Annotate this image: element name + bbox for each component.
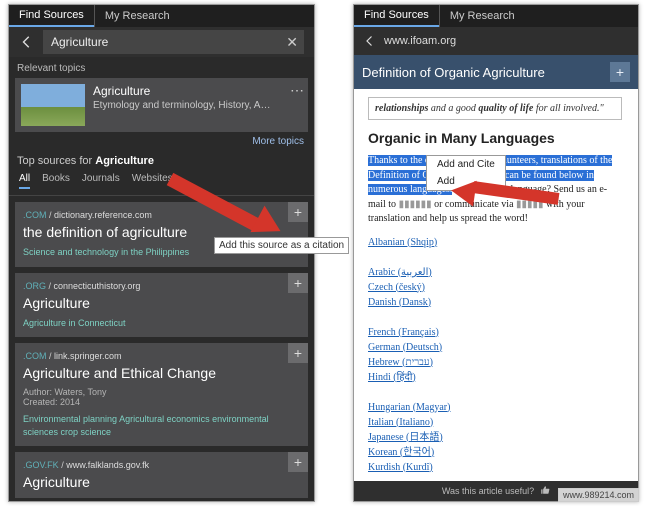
source-meta: Author: Waters, Tony Created: 2014 <box>23 387 300 407</box>
source-title: Agriculture <box>23 295 300 311</box>
top-sources-heading: Top sources for Agriculture <box>9 153 314 169</box>
lang-link[interactable]: Albanian (Shqip) <box>368 237 437 248</box>
more-topics-link[interactable]: More topics <box>9 132 314 153</box>
tab-bar: Find Sources My Research <box>9 5 314 27</box>
search-box[interactable]: ✕ <box>43 30 304 54</box>
watermark: www.989214.com <box>558 488 639 502</box>
topic-more-icon[interactable]: ⋯ <box>290 82 304 99</box>
source-tags: Environmental planning Agricultural econ… <box>23 413 300 438</box>
add-source-button[interactable]: + <box>288 273 308 293</box>
back-icon[interactable] <box>362 29 378 53</box>
annotation-arrow <box>170 172 270 186</box>
filter-all[interactable]: All <box>19 173 30 189</box>
page-title-bar: Definition of Organic Agriculture + <box>354 55 638 89</box>
lang-link[interactable]: French (Français) <box>368 327 439 338</box>
lang-link[interactable]: Japanese (日本語) <box>368 432 443 443</box>
lang-link[interactable]: Arabic (العربية) <box>368 267 432 278</box>
thumbs-up-icon[interactable] <box>540 485 550 497</box>
topic-title: Agriculture <box>93 84 273 98</box>
search-input[interactable] <box>49 34 286 50</box>
quote-box: relationships and a good quality of life… <box>368 97 622 120</box>
source-title: Agriculture <box>23 474 300 490</box>
lang-link[interactable]: German (Deutsch) <box>368 342 442 353</box>
topic-card[interactable]: Agriculture Etymology and terminology, H… <box>15 78 308 132</box>
topic-subtitle: Etymology and terminology, History, Agri… <box>93 100 273 111</box>
source-card[interactable]: + .ORG / connecticuthistory.org Agricult… <box>15 273 308 338</box>
filter-books[interactable]: Books <box>42 173 70 189</box>
menu-add-and-cite[interactable]: Add and Cite <box>427 156 505 173</box>
add-page-button[interactable]: + <box>610 62 630 82</box>
add-source-button[interactable]: + <box>288 202 308 222</box>
source-title: Agriculture and Ethical Change <box>23 365 300 381</box>
source-tags: Agriculture in Connecticut <box>23 317 300 330</box>
tab-find-sources[interactable]: Find Sources <box>9 5 94 27</box>
source-url: www.ifoam.org <box>384 35 456 47</box>
filter-journals[interactable]: Journals <box>82 173 120 189</box>
topic-thumbnail <box>21 84 85 126</box>
tab-find-sources[interactable]: Find Sources <box>354 5 439 27</box>
filter-websites[interactable]: Websites <box>132 173 173 189</box>
lang-link[interactable]: Hindi (हिंदी) <box>368 372 416 383</box>
lang-link[interactable]: Danish (Dansk) <box>368 297 431 308</box>
add-source-button[interactable]: + <box>288 343 308 363</box>
tab-bar: Find Sources My Research <box>354 5 638 27</box>
url-row: www.ifoam.org <box>354 27 638 55</box>
add-source-button[interactable]: + <box>288 452 308 472</box>
search-row: ✕ <box>9 27 314 57</box>
add-source-tooltip: Add this source as a citation <box>214 237 349 254</box>
language-list: Albanian (Shqip) Arabic (العربية) Czech … <box>368 235 622 482</box>
footer-text: Was this article useful? <box>442 486 534 496</box>
page-title: Definition of Organic Agriculture <box>362 65 545 80</box>
source-card[interactable]: + .COM / link.springer.com Agriculture a… <box>15 343 308 446</box>
source-card[interactable]: + .GOV.FK / www.falklands.gov.fk Agricul… <box>15 452 308 498</box>
document-preview[interactable]: relationships and a good quality of life… <box>354 89 638 481</box>
lang-link[interactable]: Hungarian (Magyar) <box>368 402 450 413</box>
researcher-source-preview-pane: Find Sources My Research www.ifoam.org D… <box>353 4 639 502</box>
doc-heading: Organic in Many Languages <box>368 130 622 146</box>
back-icon[interactable] <box>15 30 39 54</box>
lang-link[interactable]: Italian (Italiano) <box>368 417 433 428</box>
clear-search-icon[interactable]: ✕ <box>286 34 298 51</box>
lang-link[interactable]: Czech (český) <box>368 282 425 293</box>
lang-link[interactable]: Kurdish (Kurdî) <box>368 462 433 473</box>
lang-link[interactable]: Hebrew (עברית) <box>368 357 433 368</box>
tab-my-research[interactable]: My Research <box>94 5 180 27</box>
relevant-topics-label: Relevant topics <box>9 57 314 78</box>
lang-link[interactable]: Korean (한국어) <box>368 447 434 458</box>
tab-my-research[interactable]: My Research <box>439 5 525 27</box>
